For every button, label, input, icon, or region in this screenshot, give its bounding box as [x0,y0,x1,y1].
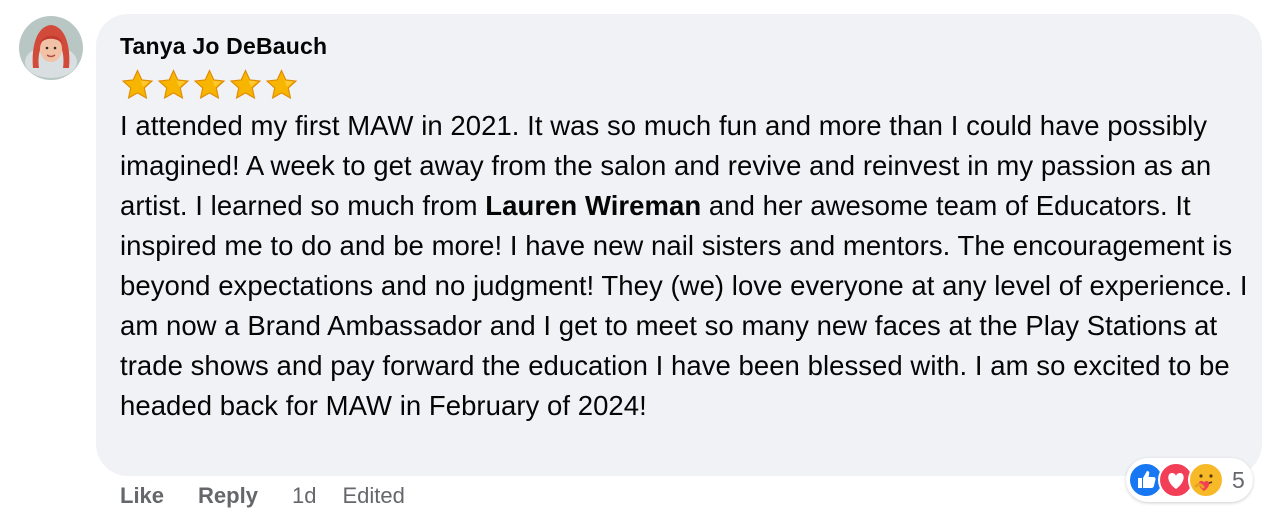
edited-label[interactable]: Edited [342,483,404,509]
star-icon [264,68,299,102]
comment-timestamp[interactable]: 1d [292,483,316,509]
comment-text: I attended my first MAW in 2021. It was … [120,106,1250,426]
comment-actions: Like Reply 1d Edited [120,480,405,512]
star-icon [192,68,227,102]
comment: Tanya Jo DeBauch I attended my first MAW… [0,0,1282,516]
avatar[interactable] [19,16,83,80]
star-icon [120,68,155,102]
avatar-photo [19,16,83,80]
reactions-summary[interactable]: 5 [1126,458,1253,502]
care-icon [1188,462,1224,498]
like-button[interactable]: Like [120,483,164,509]
star-icon [156,68,191,102]
star-icon [228,68,263,102]
rating-stars [120,68,1238,102]
reply-button[interactable]: Reply [198,483,258,509]
comment-text-part: and her awesome team of Educators. It in… [120,190,1248,421]
mention-link[interactable]: Lauren Wireman [485,190,701,221]
comment-bubble: Tanya Jo DeBauch I attended my first MAW… [96,14,1262,476]
comment-author[interactable]: Tanya Jo DeBauch [120,32,1238,60]
reaction-count: 5 [1232,466,1245,493]
